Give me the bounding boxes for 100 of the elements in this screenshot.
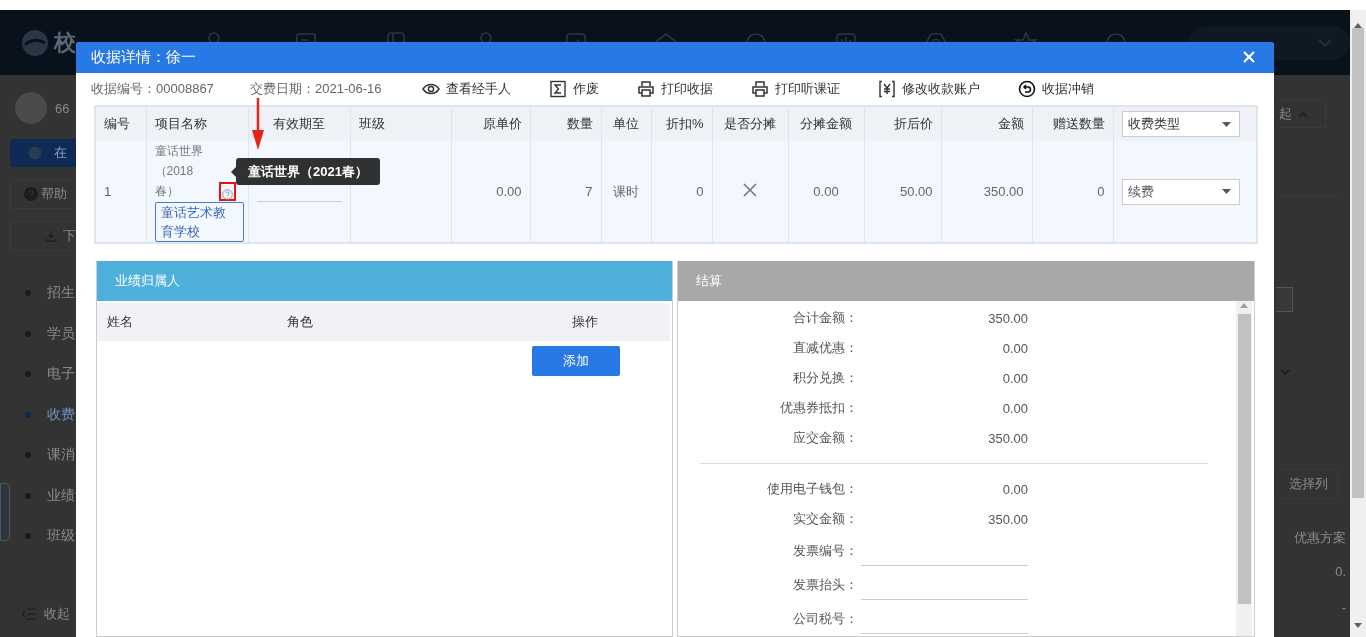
column-header: 有效期至 bbox=[248, 106, 350, 141]
column-header: 分摊金额 bbox=[788, 106, 864, 141]
table-cell: 0 bbox=[651, 141, 712, 243]
column-header: 是否分摊 bbox=[712, 106, 788, 141]
field-value: 0.00 bbox=[1001, 340, 1028, 356]
field-label: 公司税号： bbox=[792, 610, 858, 628]
column-header: 编号 bbox=[95, 106, 146, 141]
payment-date: 交费日期：2021-06-16 bbox=[250, 79, 383, 98]
table-cell: 0.00 bbox=[451, 141, 530, 243]
field-value: 350.00 bbox=[987, 310, 1028, 326]
question-icon bbox=[221, 189, 233, 200]
table-cell: 0 bbox=[1032, 141, 1113, 243]
column-header: 折扣% bbox=[651, 106, 712, 141]
menu-item[interactable]: 学员 bbox=[25, 313, 75, 354]
field-label: 发票编号： bbox=[792, 542, 858, 560]
collapse-button[interactable]: 起 bbox=[1276, 100, 1326, 128]
column-header: 金额 bbox=[941, 106, 1032, 141]
close-icon[interactable] bbox=[1242, 50, 1256, 65]
annotation-arrow bbox=[250, 98, 266, 150]
column-header: 优惠方案 bbox=[1294, 529, 1346, 547]
column-header: 数量 bbox=[530, 106, 601, 141]
field-label: 合计金额： bbox=[792, 309, 858, 327]
fee-type-filter[interactable]: 收费类型 bbox=[1121, 111, 1240, 137]
field-label: 优惠券抵扣： bbox=[779, 399, 858, 417]
toolbar-button[interactable]: 查看经手人 bbox=[422, 79, 511, 98]
menu-item[interactable]: 课消 bbox=[25, 435, 75, 476]
field-label: 积分兑换： bbox=[792, 369, 858, 387]
school-tag: 童话艺术教育学校 bbox=[154, 202, 244, 242]
dialog-title: 收据详情：徐一 bbox=[91, 47, 197, 67]
field-label: 应交金额： bbox=[792, 429, 858, 447]
receipt-number: 收据编号：00008867 bbox=[91, 79, 215, 98]
column-header: 角色 bbox=[287, 313, 314, 331]
table-cell: 50.00 bbox=[864, 141, 941, 243]
caret-icon bbox=[1221, 121, 1231, 127]
toolbar-button[interactable]: 修改收款账户 bbox=[878, 79, 980, 98]
table-cell: 350.00 bbox=[941, 141, 1032, 243]
field-label: 直减优惠： bbox=[792, 339, 858, 357]
help-button[interactable]: 帮助 bbox=[10, 179, 76, 209]
column-header: 赠送数量 bbox=[1032, 106, 1113, 141]
menu-item[interactable]: 班级 bbox=[25, 516, 75, 557]
menu-item[interactable]: 业绩 bbox=[25, 475, 75, 516]
printer-icon bbox=[637, 79, 655, 98]
chat-icon bbox=[28, 146, 42, 160]
add-button[interactable]: 添加 bbox=[532, 346, 620, 376]
scroll-down-icon[interactable] bbox=[1354, 623, 1362, 629]
column-header: 班级 bbox=[350, 106, 451, 141]
column-header: 原单价 bbox=[451, 106, 530, 141]
field-value: 0.00 bbox=[1001, 400, 1028, 416]
avatar bbox=[15, 92, 47, 124]
field-value: 350.00 bbox=[987, 430, 1028, 446]
column-header: 姓名 bbox=[107, 313, 134, 331]
select-columns-button[interactable]: 选择列 bbox=[1278, 469, 1338, 499]
help-icon bbox=[24, 187, 38, 201]
project-name: 童话世界（2018春） bbox=[154, 143, 204, 200]
table-cell: 0.00 bbox=[788, 141, 864, 243]
toolbar-button[interactable]: 打印收据 bbox=[637, 79, 713, 98]
fee-type-select[interactable]: 续费 bbox=[1121, 178, 1240, 205]
tooltip: 童话世界（2021春） bbox=[236, 158, 380, 185]
column-header: 操作 bbox=[571, 313, 599, 331]
collapse-button[interactable]: 收起 bbox=[22, 605, 70, 623]
panel-title: 业绩归属人 bbox=[97, 261, 672, 301]
column-header: 折后价 bbox=[864, 106, 941, 141]
field-label: 使用电子钱包： bbox=[766, 480, 858, 498]
user-name: 66 bbox=[55, 100, 70, 116]
logo-text: 校 bbox=[54, 28, 76, 57]
table-cell-text: 0. bbox=[1334, 562, 1347, 581]
toolbar-button[interactable]: 打印听课证 bbox=[751, 79, 840, 98]
field-value: 0.00 bbox=[1001, 481, 1028, 497]
table-cell: 7 bbox=[530, 141, 601, 243]
printer-icon bbox=[751, 79, 769, 98]
field-label: 实交金额： bbox=[792, 510, 858, 528]
toolbar-button[interactable]: 作废 bbox=[549, 79, 599, 98]
logo-icon bbox=[20, 27, 50, 58]
online-service-button[interactable]: 在 bbox=[10, 139, 76, 167]
scrollbar[interactable] bbox=[1350, 10, 1366, 637]
scrollbar[interactable] bbox=[1236, 301, 1252, 636]
sigma-icon bbox=[549, 79, 567, 98]
column-header: 项目名称 bbox=[146, 106, 248, 141]
collapse-icon bbox=[22, 608, 36, 620]
menu-item[interactable]: 收费 bbox=[25, 394, 75, 435]
panel-title: 结算 bbox=[678, 261, 1254, 301]
tooltip-pointer bbox=[231, 167, 236, 177]
table-cell: 课时 bbox=[601, 141, 651, 243]
column-header: 单位 bbox=[601, 106, 651, 141]
scroll-up-icon[interactable] bbox=[1240, 303, 1248, 308]
scrollbar-thumb[interactable] bbox=[1352, 28, 1364, 498]
input-field[interactable] bbox=[1276, 287, 1293, 312]
help-icon[interactable] bbox=[218, 182, 236, 201]
field-value: 0.00 bbox=[1001, 370, 1028, 386]
toolbar-button[interactable]: 收据冲销 bbox=[1018, 79, 1094, 98]
scrollbar-thumb[interactable] bbox=[1237, 314, 1251, 604]
yen-icon bbox=[878, 79, 896, 98]
table-cell: 1 bbox=[95, 141, 146, 243]
menu-item[interactable]: 招生 bbox=[25, 273, 75, 314]
menu-item[interactable]: 电子 bbox=[25, 354, 75, 395]
table-cell-text: - bbox=[1340, 598, 1347, 617]
side-handle[interactable] bbox=[0, 483, 10, 541]
field-value: 350.00 bbox=[987, 511, 1028, 527]
undo-icon bbox=[1018, 79, 1036, 98]
field-label: 发票抬头： bbox=[792, 576, 858, 594]
